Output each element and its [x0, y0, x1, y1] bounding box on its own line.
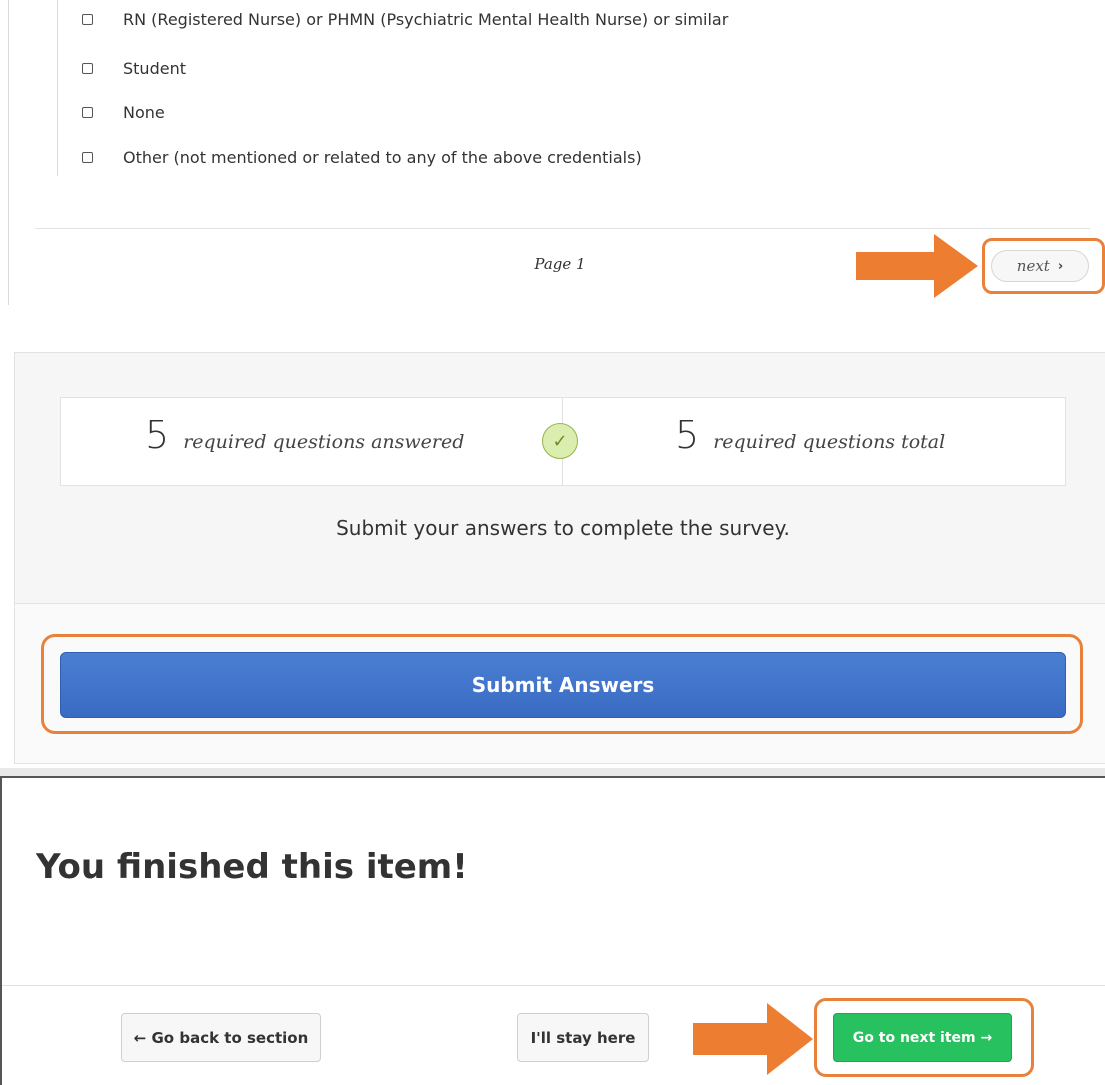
question-border-left: [57, 0, 58, 176]
option-label: Other (not mentioned or related to any o…: [123, 147, 642, 167]
dialog-title: You finished this item!: [36, 847, 468, 887]
option-none[interactable]: None: [82, 97, 165, 127]
answered-stat: 5 required questions answered: [145, 413, 464, 457]
checkbox[interactable]: [82, 62, 93, 74]
total-stat: 5 required questions total: [675, 413, 945, 457]
check-circle-icon: ✓: [542, 423, 578, 459]
option-label: Student: [123, 58, 186, 78]
page-indicator: Page 1: [534, 255, 586, 273]
checkbox[interactable]: [82, 106, 93, 118]
checkbox[interactable]: [82, 151, 93, 163]
dialog-footer-divider: [2, 985, 1105, 986]
arrow-right-icon: [856, 234, 978, 298]
option-label: RN (Registered Nurse) or PHMN (Psychiatr…: [123, 9, 729, 29]
total-text: required questions total: [713, 431, 946, 453]
cropped-background: [0, 768, 1105, 776]
submit-answers-button[interactable]: Submit Answers: [60, 652, 1066, 718]
option-other[interactable]: Other (not mentioned or related to any o…: [82, 142, 642, 172]
pager-divider: [35, 228, 1090, 229]
arrow-right-icon: [693, 1003, 815, 1075]
option-rn[interactable]: RN (Registered Nurse) or PHMN (Psychiatr…: [82, 4, 728, 34]
panel-border-left: [8, 0, 9, 305]
total-count: 5: [675, 413, 700, 457]
next-label: next: [1016, 257, 1050, 275]
next-page-button[interactable]: next ›: [991, 250, 1089, 282]
option-label: None: [123, 102, 165, 122]
go-back-to-section-button[interactable]: ← Go back to section: [121, 1013, 321, 1062]
submit-message: Submit your answers to complete the surv…: [336, 516, 790, 540]
chevron-right-icon: ›: [1057, 258, 1064, 274]
answered-count: 5: [145, 413, 170, 457]
answered-text: required questions answered: [183, 431, 465, 453]
checkbox[interactable]: [82, 13, 93, 25]
option-student[interactable]: Student: [82, 53, 186, 83]
go-to-next-item-button[interactable]: Go to next item →: [833, 1013, 1012, 1062]
stay-here-button[interactable]: I'll stay here: [517, 1013, 649, 1062]
